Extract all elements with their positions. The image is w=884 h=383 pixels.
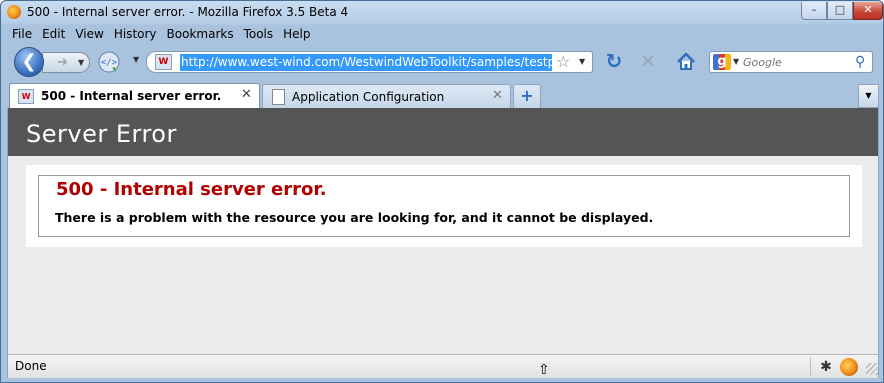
- tab-application-configuration[interactable]: Application Configuration ✕: [262, 84, 511, 108]
- tab-close-icon[interactable]: ✕: [241, 87, 252, 102]
- menu-history[interactable]: History: [109, 25, 162, 43]
- page-header: Server Error: [8, 108, 878, 156]
- tab-favicon: W: [18, 89, 34, 104]
- browser-window: 500 - Internal server error. - Mozilla F…: [0, 0, 884, 383]
- address-bar[interactable]: W http://www.west-wind.com/WestwindWebTo…: [146, 51, 593, 73]
- error-panel: 500 - Internal server error. There is a …: [26, 165, 862, 247]
- minimize-button[interactable]: –: [801, 2, 827, 20]
- firefox-status-icon[interactable]: [840, 358, 858, 376]
- bug-icon[interactable]: ✱: [817, 358, 835, 376]
- menu-help[interactable]: Help: [278, 25, 315, 43]
- home-icon[interactable]: [675, 51, 697, 73]
- page-content: Server Error 500 - Internal server error…: [7, 108, 879, 354]
- forward-button[interactable]: ➜ ▼: [42, 52, 90, 73]
- mouse-cursor-icon: ⇧: [538, 362, 550, 378]
- error-box: 500 - Internal server error. There is a …: [38, 175, 850, 237]
- status-bar: Done ✱: [7, 354, 879, 378]
- back-arrow-icon: ❮: [21, 51, 37, 72]
- dropdown-arrow-icon[interactable]: ▼: [133, 55, 139, 64]
- tab-label: Application Configuration: [292, 90, 445, 104]
- tab-close-icon[interactable]: ✕: [492, 88, 503, 103]
- navigation-toolbar: ➜ ▼ ❮ </> ▼ W http://www.west-wind.com/W…: [7, 45, 879, 79]
- search-input[interactable]: [743, 53, 853, 71]
- url-field[interactable]: http://www.west-wind.com/WestwindWebTool…: [180, 54, 552, 71]
- error-title: 500 - Internal server error.: [56, 179, 327, 200]
- magnifier-icon[interactable]: ⚲: [855, 53, 865, 71]
- search-bar[interactable]: g ▼ ⚲: [709, 51, 873, 73]
- title-bar: 500 - Internal server error. - Mozilla F…: [1, 1, 883, 23]
- page-title: Server Error: [26, 120, 177, 148]
- menu-edit[interactable]: Edit: [37, 25, 70, 43]
- stop-icon[interactable]: ✕: [637, 49, 659, 73]
- resize-grip-icon[interactable]: [866, 363, 878, 375]
- plus-icon: +: [520, 86, 534, 105]
- history-dropdown-icon[interactable]: ▼: [78, 53, 84, 72]
- close-button[interactable]: ✕: [853, 2, 883, 20]
- tab-server-error[interactable]: W 500 - Internal server error. ✕: [9, 83, 260, 108]
- divider: [810, 357, 811, 376]
- window-title: 500 - Internal server error. - Mozilla F…: [27, 5, 349, 19]
- tab-list-button[interactable]: ▼: [858, 84, 879, 108]
- new-tab-button[interactable]: +: [513, 84, 541, 108]
- refresh-icon[interactable]: ↻: [603, 49, 625, 73]
- svg-text:</>: </>: [101, 58, 118, 68]
- firefox-icon: [7, 5, 21, 19]
- menu-bar: File Edit View History Bookmarks Tools H…: [7, 25, 316, 43]
- menu-bookmarks[interactable]: Bookmarks: [162, 25, 239, 43]
- reload-icon[interactable]: </>: [97, 50, 121, 74]
- site-favicon: W: [155, 54, 172, 70]
- status-text: Done: [15, 359, 47, 373]
- error-message: There is a problem with the resource you…: [55, 210, 654, 225]
- menu-tools[interactable]: Tools: [239, 25, 279, 43]
- tab-label: 500 - Internal server error.: [41, 89, 222, 103]
- maximize-button[interactable]: □: [827, 2, 853, 20]
- engine-dropdown-icon[interactable]: ▼: [733, 52, 739, 72]
- page-icon: [272, 89, 285, 105]
- google-icon[interactable]: g: [713, 54, 731, 70]
- menu-file[interactable]: File: [7, 25, 37, 43]
- menu-view[interactable]: View: [70, 25, 108, 43]
- tab-strip: W 500 - Internal server error. ✕ Applica…: [7, 83, 879, 108]
- url-dropdown-icon[interactable]: ▼: [579, 52, 585, 72]
- forward-arrow-icon: ➜: [57, 55, 68, 70]
- back-button[interactable]: ❮: [14, 47, 44, 77]
- star-icon[interactable]: ☆: [556, 52, 570, 72]
